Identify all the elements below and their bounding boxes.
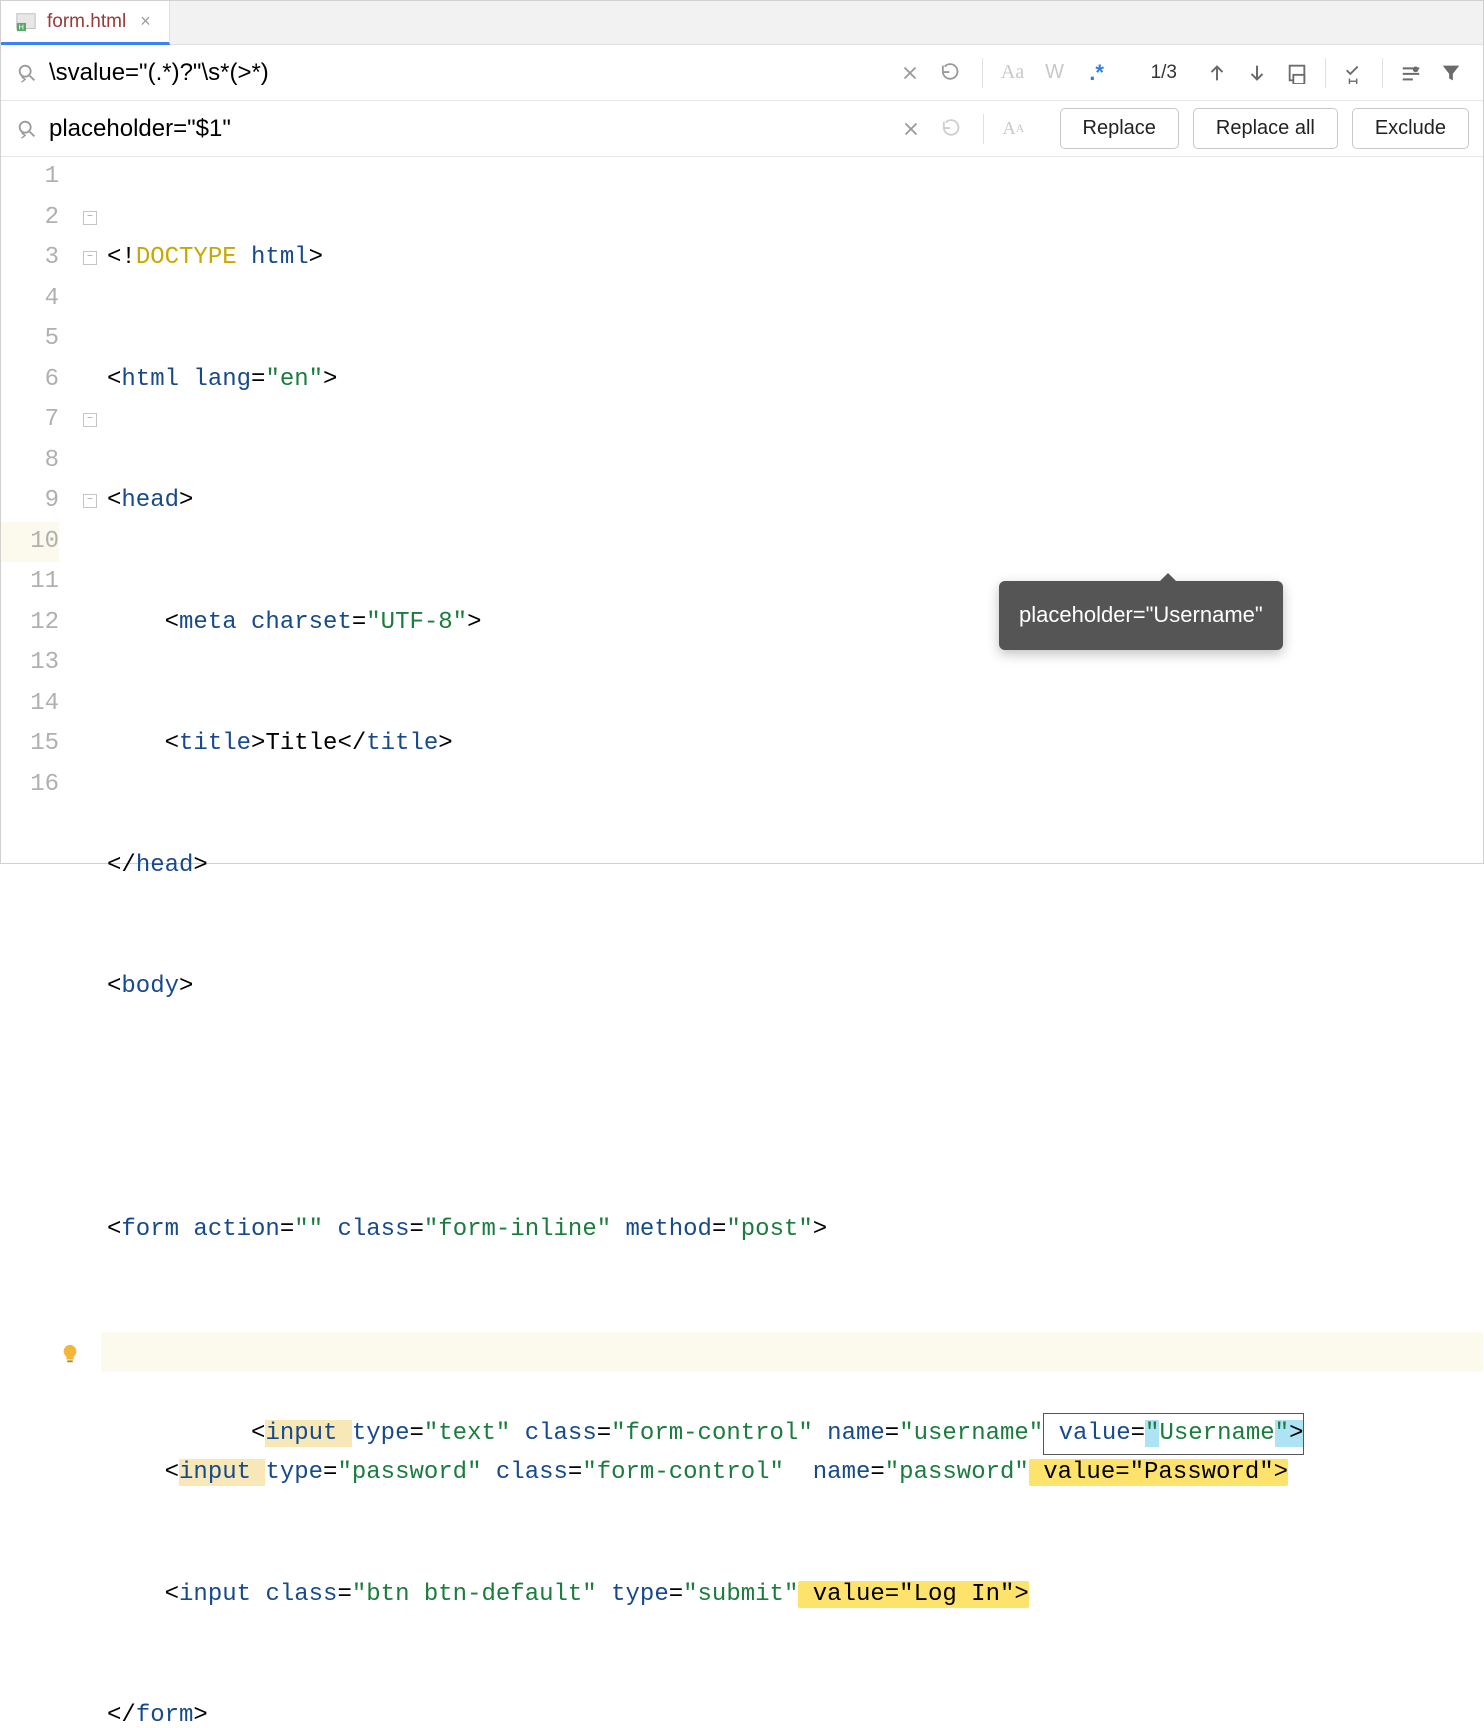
fold-icon[interactable]: −	[83, 251, 97, 265]
replace-all-button[interactable]: Replace all	[1193, 108, 1338, 149]
replace-input[interactable]	[49, 115, 887, 143]
html-file-icon: H	[15, 11, 37, 33]
clear-find-icon[interactable]	[892, 55, 928, 91]
preserve-case-icon[interactable]: AA	[996, 111, 1032, 147]
match-case-icon[interactable]: Aa	[995, 55, 1031, 91]
tab-bar: H form.html ×	[1, 1, 1483, 45]
clear-replace-icon[interactable]	[893, 111, 929, 147]
lightbulb-icon[interactable]	[59, 1340, 81, 1362]
replace-row: AA Replace Replace all Exclude	[1, 101, 1483, 157]
add-selection-icon[interactable]	[1336, 55, 1372, 91]
find-input[interactable]	[49, 59, 886, 87]
code-editor[interactable]: 1234 5678 9101112 13141516 − − − − <!DOC…	[1, 157, 1483, 863]
find-row: Aa W .* 1/3	[1, 45, 1483, 101]
history-find-icon[interactable]	[934, 55, 970, 91]
code-line: <input type="text" class="form-control" …	[101, 1332, 1483, 1373]
svg-text:H: H	[19, 22, 24, 31]
code-line: <!DOCTYPE html>	[101, 238, 1483, 279]
fold-icon[interactable]: −	[83, 211, 97, 225]
code-line: <html lang="en">	[101, 360, 1483, 401]
regex-icon[interactable]: .*	[1079, 55, 1115, 91]
next-match-icon[interactable]	[1239, 55, 1275, 91]
code-line: <body>	[101, 967, 1483, 1008]
code-line: <head>	[101, 481, 1483, 522]
code-line	[101, 1089, 1483, 1130]
match-count: 1/3	[1133, 62, 1195, 84]
search-icon[interactable]	[11, 55, 43, 91]
code-line: <input type="password" class="form-contr…	[101, 1453, 1483, 1494]
select-all-icon[interactable]	[1279, 55, 1315, 91]
replace-search-icon[interactable]	[11, 111, 43, 147]
code-area[interactable]: <!DOCTYPE html> <html lang="en"> <head> …	[101, 157, 1483, 863]
tab-form-html[interactable]: H form.html ×	[1, 1, 170, 45]
whole-word-icon[interactable]: W	[1037, 55, 1073, 91]
filter-settings-icon[interactable]	[1393, 55, 1429, 91]
replace-preview-tooltip: placeholder="Username"	[999, 581, 1283, 650]
prev-match-icon[interactable]	[1199, 55, 1235, 91]
exclude-button[interactable]: Exclude	[1352, 108, 1469, 149]
fold-icon[interactable]: −	[83, 494, 97, 508]
code-line: <title>Title</title>	[101, 724, 1483, 765]
close-icon[interactable]: ×	[136, 11, 155, 32]
line-gutter: 1234 5678 9101112 13141516	[1, 157, 81, 863]
fold-column: − − − −	[81, 157, 101, 863]
fold-icon[interactable]: −	[83, 413, 97, 427]
code-line: <form action="" class="form-inline" meth…	[101, 1210, 1483, 1251]
filter-icon[interactable]	[1433, 55, 1469, 91]
code-line: </head>	[101, 846, 1483, 887]
replace-button[interactable]: Replace	[1060, 108, 1179, 149]
history-replace-icon[interactable]	[935, 111, 971, 147]
code-line: </form>	[101, 1696, 1483, 1728]
tab-label: form.html	[47, 11, 126, 33]
code-line: <input class="btn btn-default" type="sub…	[101, 1575, 1483, 1616]
